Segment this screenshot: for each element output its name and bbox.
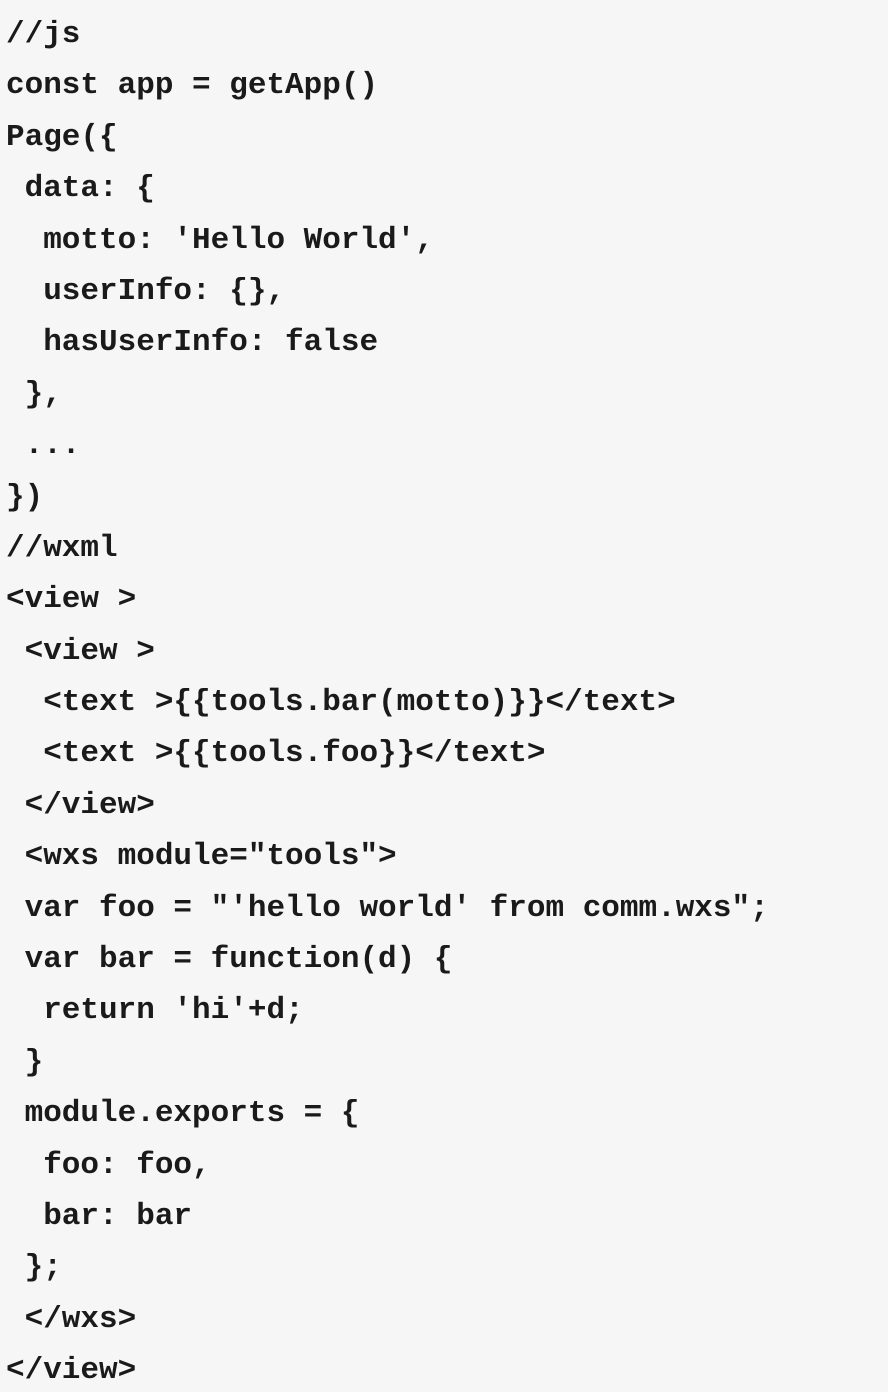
- code-block: //js const app = getApp() Page({ data: {…: [0, 0, 888, 1392]
- code-line-22: module.exports = {: [6, 1096, 360, 1132]
- code-line-25: };: [6, 1250, 62, 1286]
- code-line-4: data: {: [6, 171, 155, 207]
- code-line-19: var bar = function(d) {: [6, 942, 453, 978]
- code-line-20: return 'hi'+d;: [6, 993, 304, 1029]
- code-line-11: //wxml: [6, 530, 118, 566]
- code-line-23: foo: foo,: [6, 1147, 211, 1183]
- code-line-2: const app = getApp(): [6, 68, 379, 104]
- code-line-26: </wxs>: [6, 1301, 137, 1337]
- code-line-5: motto: 'Hello World',: [6, 222, 434, 258]
- code-line-3: Page({: [6, 119, 118, 155]
- code-line-15: <text >{{tools.foo}}</text>: [6, 736, 546, 772]
- code-line-24: bar: bar: [6, 1198, 193, 1234]
- code-line-8: },: [6, 376, 62, 412]
- code-line-12: <view >: [6, 582, 137, 618]
- code-line-18: var foo = "'hello world' from comm.wxs";: [6, 890, 769, 926]
- code-line-10: }): [6, 479, 44, 515]
- code-line-16: </view>: [6, 787, 155, 823]
- code-line-7: hasUserInfo: false: [6, 325, 379, 361]
- code-line-17: <wxs module="tools">: [6, 839, 397, 875]
- code-line-27: </view>: [6, 1353, 137, 1389]
- code-line-1: //js: [6, 17, 81, 52]
- code-line-13: <view >: [6, 633, 155, 669]
- code-line-21: }: [6, 1044, 44, 1080]
- code-line-9: ...: [6, 428, 81, 464]
- code-line-14: <text >{{tools.bar(motto)}}</text>: [6, 685, 676, 721]
- code-line-6: userInfo: {},: [6, 273, 286, 309]
